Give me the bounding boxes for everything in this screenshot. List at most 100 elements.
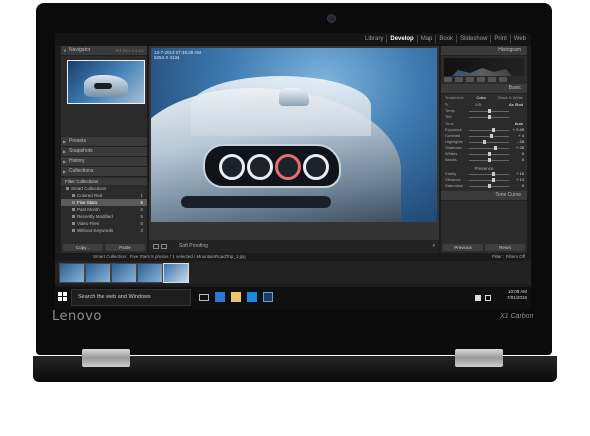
module-library[interactable]: Library bbox=[362, 35, 386, 43]
collection-item[interactable]: Without Keywords 3 bbox=[61, 227, 147, 234]
treatment-bw[interactable]: Black & White bbox=[498, 95, 523, 100]
red-eye-icon[interactable] bbox=[466, 77, 474, 82]
slider-track[interactable] bbox=[469, 174, 509, 175]
photo-preview[interactable]: 13-7-2013 07:45:28 AM 6254 X 4134 bbox=[151, 48, 437, 222]
filmstrip-filter[interactable]: Filter : Filters Off bbox=[492, 253, 525, 261]
collection-label: Without Keywords bbox=[77, 228, 114, 233]
filmstrip-thumbnail[interactable] bbox=[85, 263, 111, 283]
slider-blacks[interactable]: Blacks 0 bbox=[441, 157, 527, 163]
notification-icon[interactable] bbox=[485, 295, 491, 301]
slider-saturation[interactable]: Saturation 0 bbox=[441, 183, 527, 189]
spot-removal-icon[interactable] bbox=[455, 77, 463, 82]
taskbar-clock[interactable]: 10:08 AM 7/01/2015 bbox=[507, 289, 527, 301]
slider-track[interactable] bbox=[469, 142, 509, 143]
collection-item[interactable]: Colored Red 1 bbox=[61, 192, 147, 199]
tone-curve-header[interactable]: Tone Curve bbox=[441, 191, 527, 201]
toolbar-menu-icon[interactable]: ▾ bbox=[432, 242, 435, 251]
module-print[interactable]: Print bbox=[490, 35, 509, 43]
slider-knob[interactable] bbox=[492, 172, 496, 176]
treatment-color[interactable]: Color bbox=[476, 95, 486, 100]
section-presets[interactable]: ▶ Presets bbox=[61, 137, 147, 147]
expand-triangle-icon[interactable]: ▶ bbox=[63, 147, 66, 156]
volume-icon[interactable] bbox=[475, 295, 481, 301]
filmstrip bbox=[55, 261, 531, 284]
crop-icon[interactable] bbox=[444, 77, 452, 82]
store-icon[interactable] bbox=[247, 292, 257, 302]
filter-value[interactable]: Filters Off bbox=[506, 254, 525, 259]
slider-label: Shadows bbox=[445, 145, 462, 150]
smart-collections-label: Smart Collections bbox=[71, 186, 107, 191]
collection-count: 3 bbox=[140, 228, 143, 233]
smart-collection-icon bbox=[72, 201, 75, 204]
filmstrip-source-path[interactable]: Smart Collection : Five Stars 5 photos /… bbox=[93, 253, 246, 261]
navigator-header[interactable]: ▼ Navigator FIT FILL 1:1 3:1 bbox=[61, 46, 147, 56]
filmstrip-thumbnail[interactable] bbox=[111, 263, 137, 283]
filter-collections[interactable]: Filter Collections bbox=[61, 178, 147, 185]
slider-knob[interactable] bbox=[482, 140, 486, 144]
slider-value[interactable]: 0 bbox=[522, 157, 524, 163]
filmstrip-thumbnail[interactable] bbox=[59, 263, 85, 283]
taskbar-search-box[interactable]: Search the web and Windows bbox=[71, 289, 191, 306]
collection-item[interactable]: Recently Modified 5 bbox=[61, 213, 147, 220]
edge-browser-icon[interactable] bbox=[215, 292, 225, 302]
module-slideshow[interactable]: Slideshow bbox=[456, 35, 490, 43]
slider-track[interactable] bbox=[469, 180, 509, 181]
slider-knob[interactable] bbox=[487, 115, 491, 119]
navigator-preview[interactable] bbox=[67, 60, 145, 104]
histogram[interactable] bbox=[444, 58, 524, 76]
expand-triangle-icon[interactable]: ▶ bbox=[63, 167, 66, 176]
collection-item[interactable]: Five Stars 5 bbox=[61, 199, 147, 206]
slider-knob[interactable] bbox=[487, 152, 491, 156]
slider-knob[interactable] bbox=[487, 109, 491, 113]
collection-item[interactable]: Past Month 0 bbox=[61, 206, 147, 213]
tone-curve-label: Tone Curve bbox=[495, 192, 521, 198]
slider-knob[interactable] bbox=[491, 128, 495, 132]
task-view-icon[interactable] bbox=[199, 294, 209, 301]
slider-knob[interactable] bbox=[487, 184, 491, 188]
slider-knob[interactable] bbox=[487, 158, 491, 162]
collection-label: Five Stars bbox=[77, 200, 98, 205]
module-develop[interactable]: Develop bbox=[386, 35, 416, 43]
file-explorer-icon[interactable] bbox=[231, 292, 241, 302]
collection-item[interactable]: Video Files 0 bbox=[61, 220, 147, 227]
smart-collection-icon bbox=[72, 215, 75, 218]
lightroom-icon[interactable] bbox=[263, 292, 273, 302]
eyedropper-icon[interactable]: ✎ bbox=[445, 102, 448, 107]
filmstrip-thumbnail[interactable] bbox=[163, 263, 189, 283]
wb-select[interactable]: As Shot bbox=[509, 102, 523, 107]
slider-track[interactable] bbox=[469, 130, 509, 131]
smart-collections-group[interactable]: Smart Collections bbox=[61, 185, 147, 192]
before-after-icon[interactable] bbox=[161, 244, 167, 249]
basic-header[interactable]: Basic bbox=[441, 84, 527, 94]
graduated-filter-icon[interactable] bbox=[477, 77, 485, 82]
histogram-header[interactable]: Histogram bbox=[441, 46, 527, 56]
navigator-zoom-options[interactable]: FIT FILL 1:1 3:1 bbox=[116, 46, 144, 55]
slider-value[interactable]: 0 bbox=[522, 183, 524, 189]
soft-proofing-toggle[interactable]: Soft Proofing bbox=[179, 242, 208, 251]
expand-triangle-icon[interactable]: ▶ bbox=[63, 157, 66, 166]
smart-collection-icon bbox=[72, 229, 75, 232]
collapse-triangle-icon[interactable]: ▼ bbox=[63, 46, 67, 55]
loupe-view-icon[interactable] bbox=[153, 244, 159, 249]
slider-knob[interactable] bbox=[493, 146, 497, 150]
copy-button[interactable]: Copy... bbox=[63, 244, 103, 251]
section-collections[interactable]: ▶ Collections bbox=[61, 167, 147, 177]
slider-knob[interactable] bbox=[491, 178, 495, 182]
module-book[interactable]: Book bbox=[435, 35, 456, 43]
radial-filter-icon[interactable] bbox=[488, 77, 496, 82]
brush-icon[interactable] bbox=[499, 77, 507, 82]
filmstrip-thumbnail[interactable] bbox=[137, 263, 163, 283]
reset-button[interactable]: Reset bbox=[485, 244, 525, 251]
windows-start-icon[interactable] bbox=[58, 292, 67, 301]
slider-tint[interactable]: Tint bbox=[441, 114, 527, 120]
slider-track[interactable] bbox=[469, 148, 509, 149]
module-web[interactable]: Web bbox=[509, 35, 529, 43]
module-map[interactable]: Map bbox=[416, 35, 436, 43]
section-snapshots[interactable]: ▶ Snapshots bbox=[61, 147, 147, 157]
slider-knob[interactable] bbox=[489, 134, 493, 138]
expand-triangle-icon[interactable]: ▶ bbox=[63, 137, 66, 146]
paste-button[interactable]: Paste bbox=[105, 244, 145, 251]
tone-auto-button[interactable]: Auto bbox=[515, 121, 523, 126]
section-history[interactable]: ▶ History bbox=[61, 157, 147, 167]
previous-button[interactable]: Previous bbox=[443, 244, 483, 251]
